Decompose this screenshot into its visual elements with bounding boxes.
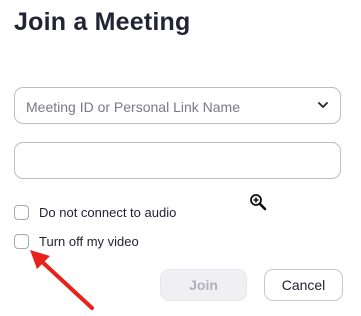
no-audio-option[interactable]: Do not connect to audio <box>14 205 176 220</box>
red-arrow-icon <box>30 250 94 310</box>
join-button[interactable]: Join <box>160 269 247 301</box>
meeting-id-combobox[interactable]: Meeting ID or Personal Link Name <box>14 87 341 124</box>
cancel-button[interactable]: Cancel <box>264 269 343 301</box>
your-name-input[interactable] <box>14 142 341 179</box>
chevron-down-icon[interactable] <box>318 101 328 109</box>
meeting-id-placeholder: Meeting ID or Personal Link Name <box>26 99 240 115</box>
no-audio-label[interactable]: Do not connect to audio <box>39 205 176 220</box>
dialog-title: Join a Meeting <box>14 8 191 36</box>
no-audio-checkbox[interactable] <box>14 205 29 220</box>
zoom-in-cursor-icon <box>250 194 267 211</box>
